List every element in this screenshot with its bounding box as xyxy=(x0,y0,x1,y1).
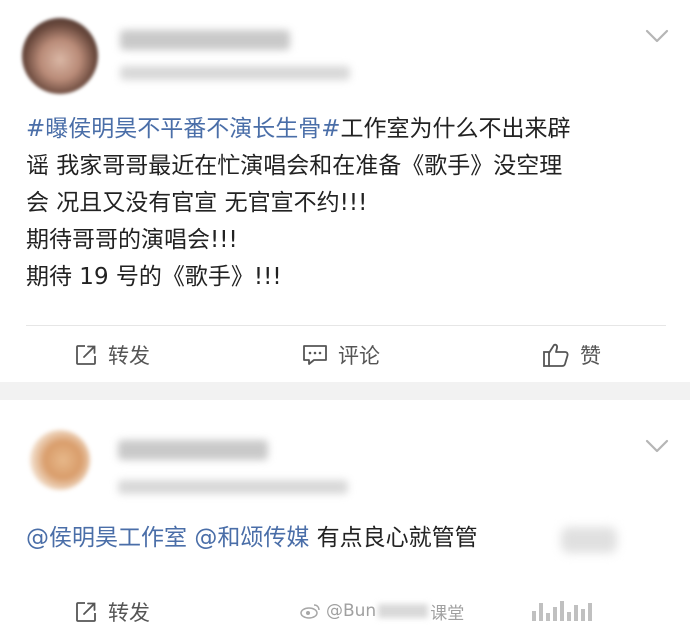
thumbs-up-icon xyxy=(543,343,569,367)
comment-button[interactable]: 评论 xyxy=(302,340,380,370)
chevron-down-icon[interactable] xyxy=(644,28,670,44)
repost-label: 转发 xyxy=(108,601,150,625)
post-card: #曝侯明昊不平番不演长生骨#工作室为什么不出来辟 谣 我家哥哥最近在忙演唱会和在… xyxy=(0,0,690,382)
mention-link[interactable]: @和颂传媒 xyxy=(194,525,309,551)
watermark: @Bun 课堂 xyxy=(300,596,690,626)
repost-label: 转发 xyxy=(108,344,150,368)
post-meta xyxy=(120,66,350,80)
chevron-down-icon[interactable] xyxy=(644,438,670,454)
section-separator xyxy=(0,382,690,400)
post-text: 期待 19 号的《歌手》!!! xyxy=(26,264,282,290)
post-text: 有点良心就管管 xyxy=(316,525,478,551)
post-text: 工作室为什么不出来辟 xyxy=(340,116,571,142)
repost-button[interactable]: 转发 xyxy=(74,597,150,627)
post-content: #曝侯明昊不平番不演长生骨#工作室为什么不出来辟 谣 我家哥哥最近在忙演唱会和在… xyxy=(26,111,676,296)
repost-button[interactable]: 转发 xyxy=(74,340,150,370)
repost-icon xyxy=(76,602,96,622)
post-text: 期待哥哥的演唱会!!! xyxy=(26,227,238,253)
watermark-blur xyxy=(378,604,429,618)
username[interactable] xyxy=(120,30,290,50)
avatar[interactable] xyxy=(22,18,98,94)
watermark-bars xyxy=(532,601,592,621)
post-meta xyxy=(118,480,348,494)
watermark-text: 课堂 xyxy=(430,603,465,624)
like-button[interactable]: 赞 xyxy=(542,340,601,370)
avatar[interactable] xyxy=(30,430,90,490)
like-label: 赞 xyxy=(580,344,601,368)
repost-icon xyxy=(76,345,96,365)
username[interactable] xyxy=(118,440,268,460)
comment-icon xyxy=(303,345,327,365)
comment-label: 评论 xyxy=(338,344,380,368)
weibo-logo-icon xyxy=(300,604,320,619)
mention-link[interactable]: @侯明昊工作室 xyxy=(26,525,187,551)
watermark-text: @Bun xyxy=(326,601,377,621)
divider xyxy=(26,325,666,326)
hashtag-link[interactable]: #曝侯明昊不平番不演长生骨# xyxy=(26,116,341,142)
post-text: 会 况且又没有官宣 无官宣不约!!! xyxy=(26,190,368,216)
redacted-text xyxy=(561,527,617,553)
post-text: 谣 我家哥哥最近在忙演唱会和在准备《歌手》没空理 xyxy=(26,153,563,179)
